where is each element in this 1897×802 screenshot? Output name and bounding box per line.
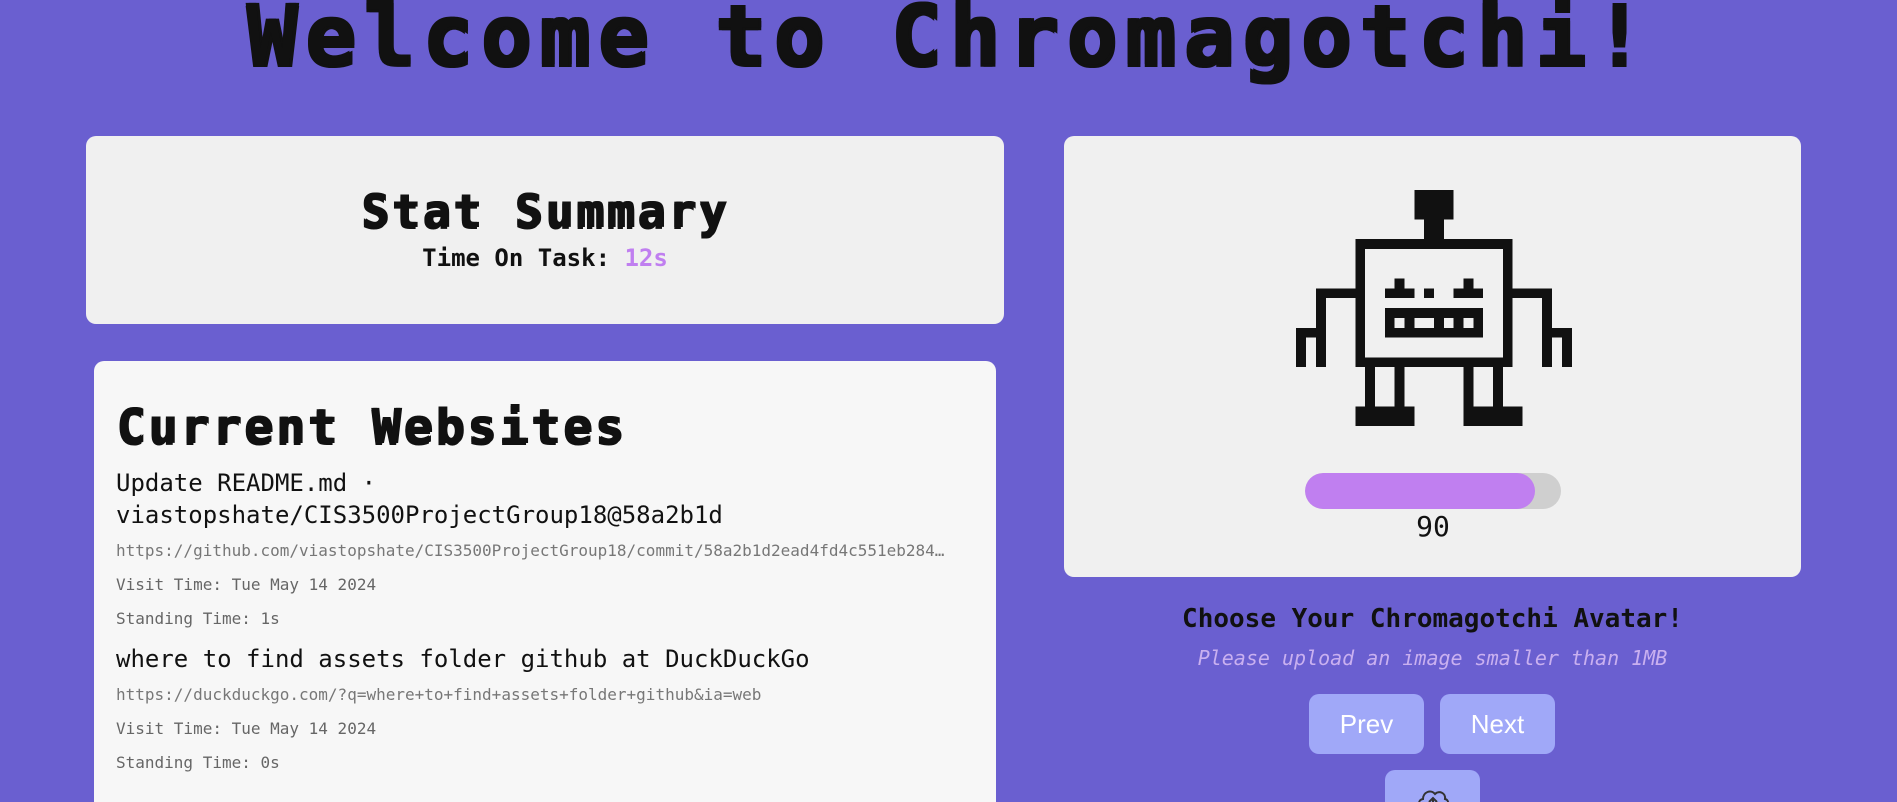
website-standing-time: Standing Time: 0s — [116, 753, 280, 772]
time-on-task-value: 12s — [624, 244, 668, 272]
pet-progress-fill — [1305, 473, 1536, 509]
robot-icon — [1296, 190, 1572, 427]
website-title: where to find assets folder github at Du… — [116, 645, 810, 673]
current-websites-title: Current Websites — [116, 399, 627, 455]
stat-summary-title: Stat Summary — [360, 184, 730, 238]
time-on-task-label: Time On Task: — [422, 244, 625, 272]
avatar-heading: Choose Your Chromagotchi Avatar! — [1182, 604, 1683, 634]
website-url: https://duckduckgo.com/?q=where+to+find+… — [116, 685, 762, 704]
website-url: https://github.com/viastopshate/CIS3500P… — [116, 541, 945, 560]
website-visit-time: Visit Time: Tue May 14 2024 — [116, 575, 377, 594]
pet-progress-value: 90 — [1416, 510, 1450, 543]
next-button[interactable]: Next — [1440, 694, 1555, 754]
prev-button[interactable]: Prev — [1309, 694, 1424, 754]
current-websites-card: Current Websites Update README.md · vias… — [94, 361, 996, 802]
page-title: Welcome to Chromagotchi! — [245, 0, 1652, 84]
website-visit-time: Visit Time: Tue May 14 2024 — [116, 719, 377, 738]
pet-card: 90 — [1064, 136, 1801, 577]
stat-summary-card: Stat Summary Time On Task: 12s — [86, 136, 1004, 324]
website-standing-time: Standing Time: 1s — [116, 609, 280, 628]
avatar-upload-hint: Please upload an image smaller than 1MB — [1197, 646, 1668, 670]
pet-progress-bar — [1305, 473, 1561, 509]
website-title: Update README.md · viastopshate/CIS3500P… — [116, 469, 723, 529]
time-on-task: Time On Task: 12s — [86, 244, 1004, 272]
cloud-upload-icon — [1417, 790, 1449, 802]
website-item: Update README.md · viastopshate/CIS3500P… — [116, 467, 976, 629]
upload-button[interactable] — [1385, 770, 1480, 802]
website-item: where to find assets folder github at Du… — [116, 643, 976, 773]
